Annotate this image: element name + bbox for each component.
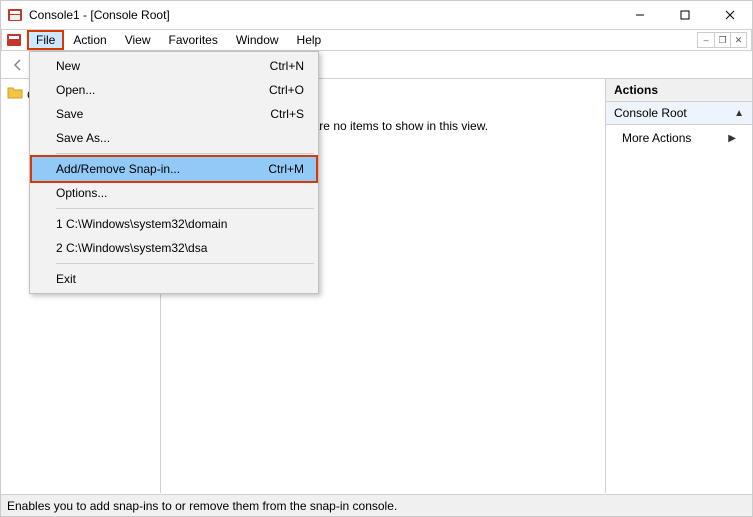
menu-shortcut: Ctrl+M xyxy=(268,162,304,176)
mmc-doc-icon xyxy=(6,32,22,48)
menu-favorites[interactable]: Favorites xyxy=(161,31,226,49)
close-button[interactable] xyxy=(707,1,752,29)
file-menu-new[interactable]: New Ctrl+N xyxy=(32,54,316,78)
window-title: Console1 - [Console Root] xyxy=(29,8,170,22)
menu-label: 2 C:\Windows\system32\dsa xyxy=(56,241,207,255)
menu-help[interactable]: Help xyxy=(289,31,330,49)
status-text: Enables you to add snap-ins to or remove… xyxy=(7,499,397,513)
file-menu-recent-1[interactable]: 1 C:\Windows\system32\domain xyxy=(32,212,316,236)
menu-label: Exit xyxy=(56,272,76,286)
mdi-restore-button[interactable]: ❐ xyxy=(714,33,730,47)
file-menu-add-remove-snapin[interactable]: Add/Remove Snap-in... Ctrl+M xyxy=(32,157,316,181)
file-menu-exit[interactable]: Exit xyxy=(32,267,316,291)
mdi-controls: ‒ ❐ ✕ xyxy=(697,32,747,48)
file-menu-dropdown: New Ctrl+N Open... Ctrl+O Save Ctrl+S Sa… xyxy=(29,51,319,294)
title-bar: Console1 - [Console Root] xyxy=(1,1,752,29)
actions-header: Actions xyxy=(606,79,752,102)
mdi-minimize-button[interactable]: ‒ xyxy=(698,33,714,47)
menu-separator xyxy=(56,263,314,264)
submenu-arrow-icon: ▶ xyxy=(728,133,736,144)
folder-icon xyxy=(7,85,23,104)
menu-bar: File Action View Favorites Window Help ‒… xyxy=(1,29,752,51)
mdi-close-button[interactable]: ✕ xyxy=(730,33,746,47)
actions-pane: Actions Console Root ▲ More Actions ▶ xyxy=(606,79,752,493)
minimize-button[interactable] xyxy=(617,1,662,29)
menu-label: Save As... xyxy=(56,131,110,145)
actions-node-label: Console Root xyxy=(614,106,687,120)
actions-more-label: More Actions xyxy=(622,131,691,145)
maximize-button[interactable] xyxy=(662,1,707,29)
menu-label: Save xyxy=(56,107,83,121)
mmc-app-icon xyxy=(7,7,23,23)
collapse-up-icon: ▲ xyxy=(734,108,744,119)
file-menu-save-as[interactable]: Save As... xyxy=(32,126,316,150)
actions-more-row[interactable]: More Actions ▶ xyxy=(606,125,752,151)
window-controls xyxy=(617,1,752,29)
menu-label: Open... xyxy=(56,83,95,97)
menu-shortcut: Ctrl+S xyxy=(270,107,304,121)
title-bar-left: Console1 - [Console Root] xyxy=(1,7,170,23)
file-menu-open[interactable]: Open... Ctrl+O xyxy=(32,78,316,102)
back-button[interactable] xyxy=(7,54,29,76)
menu-view[interactable]: View xyxy=(117,31,159,49)
status-bar: Enables you to add snap-ins to or remove… xyxy=(1,494,752,516)
menu-action[interactable]: Action xyxy=(65,31,114,49)
menu-window[interactable]: Window xyxy=(228,31,287,49)
menu-file[interactable]: File xyxy=(28,31,63,49)
menu-label: Options... xyxy=(56,186,107,200)
menu-shortcut: Ctrl+N xyxy=(270,59,304,73)
file-menu-options[interactable]: Options... xyxy=(32,181,316,205)
menu-shortcut: Ctrl+O xyxy=(269,83,304,97)
menu-separator xyxy=(56,153,314,154)
menu-label: Add/Remove Snap-in... xyxy=(56,162,180,176)
file-menu-save[interactable]: Save Ctrl+S xyxy=(32,102,316,126)
actions-node-row[interactable]: Console Root ▲ xyxy=(606,102,752,125)
menu-label: 1 C:\Windows\system32\domain xyxy=(56,217,227,231)
menu-label: New xyxy=(56,59,80,73)
menu-separator xyxy=(56,208,314,209)
file-menu-recent-2[interactable]: 2 C:\Windows\system32\dsa xyxy=(32,236,316,260)
